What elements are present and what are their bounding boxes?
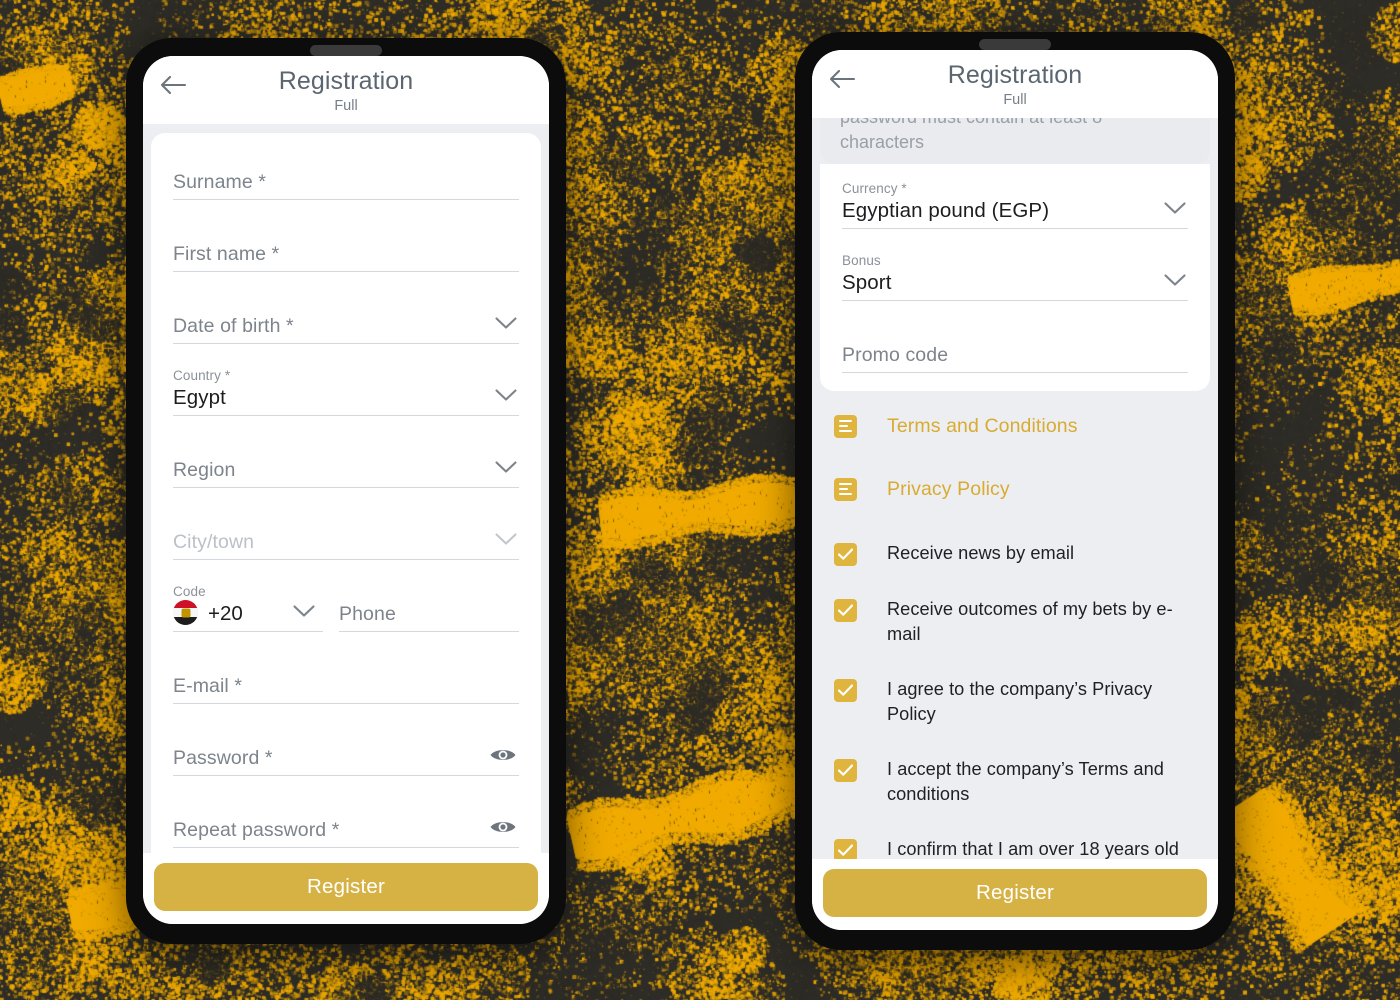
code-label: Code — [173, 584, 206, 599]
repeat-password-placeholder: Repeat password * — [173, 819, 340, 841]
bottom-bar-left: Register — [143, 853, 549, 924]
page-subtitle-left: Full — [334, 98, 358, 114]
checkbox-checked-icon[interactable] — [834, 759, 857, 782]
currency-value: Egyptian pound (EGP) — [842, 199, 1050, 222]
page-title-right: Registration — [947, 61, 1083, 89]
document-icon — [834, 478, 857, 501]
register-button-left[interactable]: Register — [154, 863, 538, 911]
phone-input[interactable]: Phone — [339, 583, 519, 632]
region-placeholder: Region — [173, 459, 236, 481]
city-town-field[interactable]: City/town — [173, 511, 519, 560]
country-code-value: +20 — [208, 602, 243, 625]
promo-code-placeholder: Promo code — [842, 344, 949, 366]
bonus-label: Bonus — [842, 253, 881, 268]
email-placeholder: E-mail * — [173, 675, 243, 697]
checkbox-row-age[interactable]: I confirm that I am over 18 years old — [834, 837, 1198, 859]
egypt-flag-icon — [173, 600, 198, 625]
phone-number-row: Code +20 Phone — [173, 583, 519, 632]
form-scroll-left[interactable]: Surname * First name * Date of birth * C… — [143, 124, 549, 853]
account-options-card: Currency * Egyptian pound (EGP) Bonus Sp… — [820, 164, 1210, 391]
checkbox-label-terms: I accept the company’s Terms and conditi… — [887, 759, 1164, 804]
privacy-policy-link[interactable]: Privacy Policy — [834, 478, 1198, 501]
first-name-placeholder: First name * — [173, 243, 280, 265]
chevron-down-icon — [1164, 274, 1186, 292]
phone-mockup-right: Registration Full password must contain … — [795, 32, 1235, 950]
checkbox-row-terms[interactable]: I accept the company’s Terms and conditi… — [834, 757, 1198, 806]
appbar-right: Registration Full — [812, 50, 1218, 118]
chevron-down-icon — [293, 605, 315, 623]
chevron-down-icon — [495, 317, 517, 335]
appbar-left: Registration Full — [143, 56, 549, 124]
screen-left: Registration Full Surname * First name *… — [143, 56, 549, 924]
city-town-placeholder: City/town — [173, 531, 255, 553]
checkbox-row-privacy-policy[interactable]: I agree to the company’s Privacy Policy — [834, 677, 1198, 726]
checkbox-row-bet-outcomes[interactable]: Receive outcomes of my bets by e-mail — [834, 597, 1198, 646]
checkbox-checked-icon[interactable] — [834, 679, 857, 702]
checkbox-label-news: Receive news by email — [887, 543, 1075, 563]
terms-and-conditions-label: Terms and Conditions — [887, 415, 1078, 437]
surname-field[interactable]: Surname * — [173, 151, 519, 200]
password-hint-line-top: password must contain at least 8 — [840, 118, 1190, 128]
arrow-left-icon — [828, 68, 856, 90]
registration-form-card: Surname * First name * Date of birth * C… — [151, 133, 541, 853]
chevron-down-icon — [495, 461, 517, 479]
eye-icon[interactable] — [489, 818, 517, 841]
checkbox-row-news[interactable]: Receive news by email — [834, 541, 1198, 566]
phone-speaker-icon — [979, 39, 1051, 50]
eye-icon[interactable] — [489, 746, 517, 769]
checkbox-label-privacy-policy: I agree to the company’s Privacy Policy — [887, 679, 1153, 724]
document-icon — [834, 415, 857, 438]
currency-label: Currency * — [842, 181, 907, 196]
bonus-field[interactable]: Bonus Sport — [842, 252, 1188, 301]
password-field[interactable]: Password * — [173, 727, 519, 776]
screen-right: Registration Full password must contain … — [812, 50, 1218, 930]
checkbox-checked-icon[interactable] — [834, 839, 857, 859]
consent-section: Terms and Conditions Privacy Policy Rece… — [812, 391, 1218, 859]
checkbox-checked-icon[interactable] — [834, 543, 857, 566]
page-subtitle-right: Full — [1003, 92, 1027, 108]
register-button-right[interactable]: Register — [823, 869, 1207, 917]
date-of-birth-field[interactable]: Date of birth * — [173, 295, 519, 344]
privacy-policy-label: Privacy Policy — [887, 478, 1010, 500]
country-value: Egypt — [173, 386, 226, 409]
chevron-down-icon — [495, 533, 517, 551]
country-label: Country * — [173, 368, 231, 383]
chevron-down-icon — [495, 389, 517, 407]
country-code-select[interactable]: Code +20 — [173, 583, 323, 632]
back-button-left[interactable] — [156, 68, 190, 102]
phone-placeholder: Phone — [339, 603, 396, 625]
bottom-bar-right: Register — [812, 859, 1218, 930]
checkbox-label-bet-outcomes: Receive outcomes of my bets by e-mail — [887, 599, 1173, 644]
email-field[interactable]: E-mail * — [173, 655, 519, 704]
first-name-field[interactable]: First name * — [173, 223, 519, 272]
surname-placeholder: Surname * — [173, 171, 267, 193]
currency-field[interactable]: Currency * Egyptian pound (EGP) — [842, 180, 1188, 229]
arrow-left-icon — [159, 74, 187, 96]
phone-speaker-icon — [310, 45, 382, 56]
form-scroll-right[interactable]: password must contain at least 8 charact… — [812, 118, 1218, 859]
bonus-value: Sport — [842, 271, 892, 294]
region-field[interactable]: Region — [173, 439, 519, 488]
checkbox-checked-icon[interactable] — [834, 599, 857, 622]
page-title-left: Registration — [278, 67, 414, 95]
checkbox-label-age: I confirm that I am over 18 years old — [887, 839, 1179, 859]
terms-and-conditions-link[interactable]: Terms and Conditions — [834, 415, 1198, 438]
promo-code-field[interactable]: Promo code — [842, 324, 1188, 373]
phone-mockup-left: Registration Full Surname * First name *… — [126, 38, 566, 944]
password-placeholder: Password * — [173, 747, 273, 769]
password-hint-line-bottom: characters — [840, 132, 925, 152]
country-field[interactable]: Country * Egypt — [173, 367, 519, 416]
back-button-right[interactable] — [825, 62, 859, 96]
password-hint-box: password must contain at least 8 charact… — [820, 118, 1210, 164]
date-of-birth-placeholder: Date of birth * — [173, 315, 294, 337]
repeat-password-field[interactable]: Repeat password * — [173, 799, 519, 848]
chevron-down-icon — [1164, 202, 1186, 220]
